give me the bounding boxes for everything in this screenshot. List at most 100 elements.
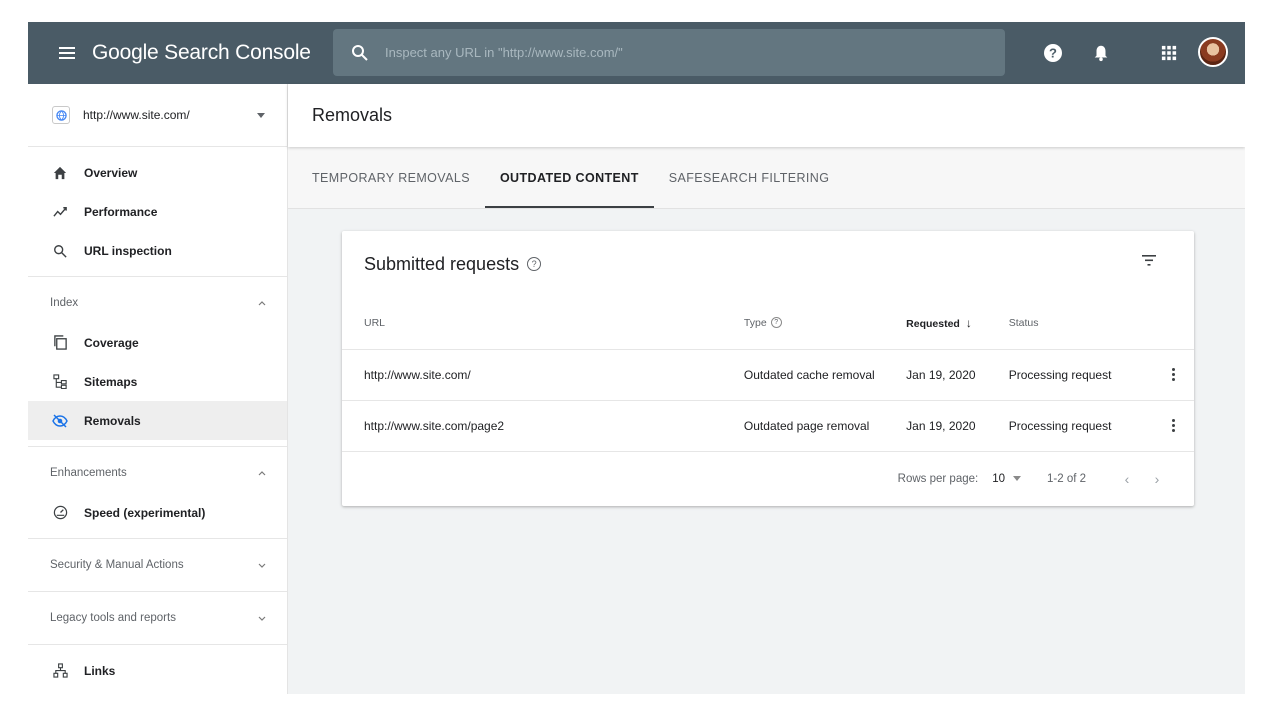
- search-icon: [50, 241, 70, 261]
- section-label: Legacy tools and reports: [50, 612, 176, 624]
- row-more-menu[interactable]: [1152, 348, 1194, 400]
- column-header-url: URL: [342, 297, 744, 349]
- cell-requested: Jan 19, 2020: [906, 399, 1009, 451]
- table-row: http://www.site.com/ Outdated cache remo…: [342, 348, 1194, 400]
- tab-temporary-removals[interactable]: TEMPORARY REMOVALS: [312, 147, 485, 208]
- prev-page-icon[interactable]: ‹: [1112, 471, 1142, 487]
- next-page-icon[interactable]: ›: [1142, 471, 1172, 487]
- url-inspect-search[interactable]: [333, 29, 1005, 76]
- page-title: Removals: [312, 105, 393, 125]
- row-more-menu[interactable]: [1152, 399, 1194, 451]
- removals-icon: [50, 411, 70, 431]
- more-vert-icon[interactable]: [1152, 419, 1194, 433]
- sidebar-item-label: Removals: [84, 413, 141, 428]
- app-frame: Google Search Console ? http://www.site.…: [28, 22, 1245, 694]
- sidebar-item-label: Sitemaps: [84, 374, 138, 389]
- chevron-down-icon[interactable]: [1013, 476, 1021, 481]
- section-label: Enhancements: [50, 467, 127, 479]
- nav-group-enhancements: Enhancements Speed (experimental): [28, 447, 287, 539]
- search-icon: [352, 44, 368, 61]
- page-header: Removals: [288, 84, 1245, 147]
- property-selector[interactable]: http://www.site.com/: [28, 84, 287, 147]
- chevron-down-icon: [258, 616, 266, 621]
- cell-requested: Jan 19, 2020: [906, 348, 1009, 400]
- cell-status: Processing request: [1008, 399, 1153, 451]
- help-icon[interactable]: ?: [1038, 38, 1068, 68]
- sidebar: http://www.site.com/ Overview Performanc…: [28, 84, 288, 694]
- section-header-enhancements[interactable]: Enhancements: [28, 453, 287, 493]
- requests-table: URL Type? Requested ↓ Status http://www.s…: [342, 297, 1194, 451]
- section-header-legacy[interactable]: Legacy tools and reports: [28, 598, 287, 638]
- pagination: Rows per page: 10 1-2 of 2 ‹ ›: [342, 451, 1194, 505]
- table-header-row: URL Type? Requested ↓ Status: [342, 297, 1194, 349]
- table-row: http://www.site.com/page2 Outdated page …: [342, 399, 1194, 451]
- sidebar-item-speed[interactable]: Speed (experimental): [28, 493, 287, 532]
- cell-type: Outdated page removal: [743, 399, 907, 451]
- nav-group-links: Links: [28, 645, 287, 694]
- tab-bar: TEMPORARY REMOVALS OUTDATED CONTENT SAFE…: [288, 147, 1245, 209]
- chevron-down-icon: [258, 563, 266, 568]
- speed-icon: [50, 503, 70, 523]
- tab-outdated-content[interactable]: OUTDATED CONTENT: [484, 147, 654, 208]
- column-label: Type: [743, 316, 767, 329]
- section-header-index[interactable]: Index: [28, 283, 287, 323]
- chevron-down-icon: [257, 112, 265, 118]
- sidebar-item-label: Links: [84, 663, 116, 678]
- top-bar: Google Search Console ?: [28, 22, 1245, 84]
- chevron-up-icon: [258, 301, 266, 306]
- column-header-type: Type?: [744, 297, 906, 349]
- property-url: http://www.site.com/: [83, 108, 190, 122]
- section-label: Index: [50, 297, 79, 309]
- menu-icon[interactable]: [44, 22, 90, 84]
- sidebar-item-label: Performance: [84, 204, 158, 219]
- rows-per-page-select[interactable]: 10: [992, 473, 1005, 485]
- chevron-up-icon: [258, 471, 266, 476]
- cell-status: Processing request: [1008, 348, 1153, 400]
- nav-group-index: Index Coverage Sitemaps Removals: [28, 277, 287, 447]
- search-input[interactable]: [385, 45, 965, 60]
- sidebar-item-coverage[interactable]: Coverage: [28, 323, 287, 362]
- card-title: Submitted requests: [364, 253, 520, 274]
- sidebar-item-label: URL inspection: [84, 243, 172, 258]
- column-label: URL: [364, 316, 386, 329]
- column-header-requested[interactable]: Requested ↓: [906, 297, 1009, 349]
- apps-grid-icon[interactable]: [1154, 38, 1184, 68]
- nav-group-legacy: Legacy tools and reports: [28, 592, 287, 645]
- sidebar-item-sitemaps[interactable]: Sitemaps: [28, 362, 287, 401]
- main-content: Removals TEMPORARY REMOVALS OUTDATED CON…: [288, 84, 1245, 694]
- globe-icon: [52, 106, 70, 124]
- sort-arrow-down-icon: ↓: [965, 315, 972, 330]
- sidebar-item-performance[interactable]: Performance: [28, 192, 287, 231]
- cell-url: http://www.site.com/page2: [342, 399, 744, 451]
- trend-icon: [50, 202, 70, 222]
- column-header-status: Status: [1009, 297, 1152, 349]
- section-header-security[interactable]: Security & Manual Actions: [28, 545, 287, 585]
- cell-type: Outdated cache removal: [743, 348, 907, 400]
- bell-icon[interactable]: [1086, 38, 1116, 68]
- card-header: Submitted requests ?: [342, 231, 1194, 297]
- column-label: Status: [1008, 316, 1039, 329]
- page-range: 1-2 of 2: [1047, 472, 1086, 485]
- sidebar-item-label: Speed (experimental): [84, 505, 206, 520]
- sidebar-item-label: Coverage: [84, 335, 139, 350]
- filter-icon[interactable]: [1140, 251, 1158, 269]
- tab-safesearch-filtering[interactable]: SAFESEARCH FILTERING: [654, 147, 845, 208]
- sidebar-item-label: Overview: [84, 165, 138, 180]
- help-icon[interactable]: ?: [770, 317, 782, 329]
- app-brand[interactable]: Google Search Console: [92, 41, 311, 65]
- submitted-requests-card: Submitted requests ? URL Type? Requested…: [342, 231, 1194, 506]
- column-label: Requested: [906, 317, 960, 330]
- help-icon[interactable]: ?: [527, 257, 542, 271]
- sidebar-item-url-inspection[interactable]: URL inspection: [28, 231, 287, 270]
- sidebar-item-removals[interactable]: Removals: [28, 401, 287, 440]
- svg-text:?: ?: [1049, 46, 1057, 61]
- column-header-actions: [1152, 297, 1194, 349]
- more-vert-icon[interactable]: [1152, 368, 1194, 381]
- links-icon: [50, 661, 70, 681]
- sidebar-item-overview[interactable]: Overview: [28, 153, 287, 192]
- section-label: Security & Manual Actions: [50, 559, 184, 571]
- rows-per-page-label: Rows per page:: [897, 472, 979, 485]
- avatar[interactable]: [1198, 37, 1228, 67]
- sidebar-item-links[interactable]: Links: [28, 651, 287, 690]
- nav-group-security: Security & Manual Actions: [28, 539, 287, 592]
